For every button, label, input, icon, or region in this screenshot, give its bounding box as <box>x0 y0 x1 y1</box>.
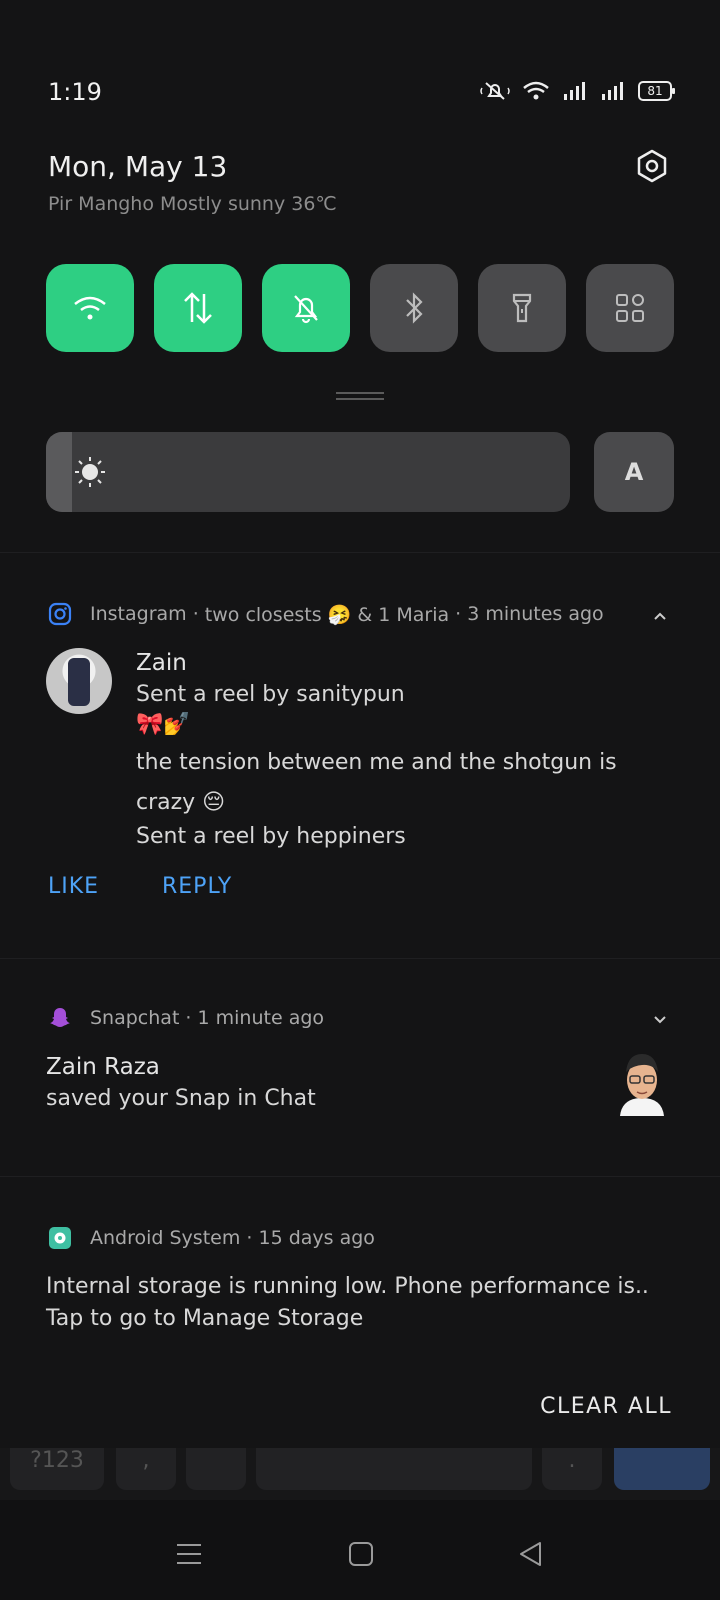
key-123[interactable]: ?123 <box>10 1448 104 1490</box>
android-time: 15 days ago <box>258 1227 375 1249</box>
message-line: the tension between me and the shotgun i… <box>136 750 617 775</box>
status-icons: 81 <box>480 80 675 102</box>
key-enter[interactable] <box>614 1448 710 1490</box>
separator-dot: · <box>240 1227 259 1249</box>
instagram-notification-header[interactable]: Instagram · two closests 🤧 & 1 Maria · 3… <box>48 602 604 626</box>
chevron-down-icon[interactable] <box>652 1012 668 1028</box>
quick-settings-tiles <box>46 264 674 352</box>
menu-icon[interactable] <box>174 1540 204 1568</box>
separator-dot: · <box>449 603 468 625</box>
back-icon[interactable] <box>516 1540 546 1568</box>
separator-dot: · <box>179 1007 198 1029</box>
snapchat-body: saved your Snap in Chat <box>46 1086 316 1111</box>
wifi-icon <box>523 81 549 100</box>
data-arrows-icon <box>184 292 212 324</box>
chevron-up-icon[interactable] <box>652 608 668 624</box>
gear-icon[interactable] <box>634 148 670 184</box>
divider <box>0 958 720 959</box>
android-app-name: Android System <box>90 1227 241 1249</box>
tile-flashlight[interactable] <box>478 264 566 352</box>
snapchat-app-name: Snapchat <box>90 1007 180 1029</box>
divider <box>0 552 720 553</box>
signal-icon <box>602 82 623 100</box>
tile-silent[interactable] <box>262 264 350 352</box>
reply-button[interactable]: REPLY <box>162 874 232 899</box>
message-line: crazy 😔 <box>136 790 226 815</box>
brightness-sun-icon <box>75 457 105 487</box>
snapchat-ghost-icon <box>50 1008 70 1027</box>
grid-icon <box>616 294 644 322</box>
message-line: 🎀💅 <box>136 712 191 737</box>
date-label: Mon, May 13 <box>48 150 228 183</box>
instagram-app-name: Instagram <box>90 603 187 625</box>
bitmoji-avatar <box>620 1054 664 1116</box>
message-line: Sent a reel by heppiners <box>136 824 406 849</box>
key-space[interactable] <box>256 1448 532 1490</box>
snapchat-time: 1 minute ago <box>197 1007 325 1029</box>
snapchat-title: Zain Raza <box>46 1054 160 1080</box>
android-system-icon <box>49 1227 71 1249</box>
divider <box>0 1176 720 1177</box>
flashlight-icon <box>512 293 532 323</box>
bell-off-icon <box>294 295 318 324</box>
instagram-thread: two closests 🤧 & 1 Maria <box>204 603 450 626</box>
panel-drag-handle[interactable] <box>336 392 384 400</box>
tile-wifi[interactable] <box>46 264 134 352</box>
tile-bluetooth[interactable] <box>370 264 458 352</box>
snapchat-notification-header[interactable]: Snapchat · 1 minute ago <box>48 1006 324 1030</box>
tile-mobile-data[interactable] <box>154 264 242 352</box>
android-title: Internal storage is running low. Phone p… <box>46 1274 649 1299</box>
auto-brightness-button[interactable]: A <box>594 432 674 512</box>
separator-dot: · <box>186 603 205 625</box>
instagram-time: 3 minutes ago <box>467 603 604 625</box>
battery-indicator: 81 <box>638 81 675 101</box>
wifi-icon <box>74 296 106 320</box>
key-emoji[interactable] <box>186 1448 246 1490</box>
weather-label: Pir Mangho Mostly sunny 36℃ <box>48 193 337 215</box>
brightness-fill <box>46 432 73 512</box>
instagram-icon <box>48 602 72 626</box>
status-time: 1:19 <box>48 78 102 106</box>
clear-all-button[interactable]: CLEAR ALL <box>540 1394 672 1419</box>
mute-bell-icon <box>480 82 510 100</box>
instagram-sender: Zain <box>136 650 187 676</box>
tile-more[interactable] <box>586 264 674 352</box>
bluetooth-icon <box>406 292 423 324</box>
brightness-slider[interactable] <box>46 432 570 512</box>
message-line: Sent a reel by sanitypun <box>136 682 405 707</box>
key-comma[interactable]: , <box>116 1448 176 1490</box>
keyboard-peek: ?123 , . <box>0 1448 720 1500</box>
android-body: Tap to go to Manage Storage <box>46 1306 364 1331</box>
like-button[interactable]: LIKE <box>48 874 99 899</box>
android-notification-header[interactable]: Android System · 15 days ago <box>48 1226 375 1250</box>
avatar <box>46 648 112 714</box>
signal-icon <box>564 82 585 100</box>
home-icon[interactable] <box>346 1540 376 1568</box>
key-period[interactable]: . <box>542 1448 602 1490</box>
